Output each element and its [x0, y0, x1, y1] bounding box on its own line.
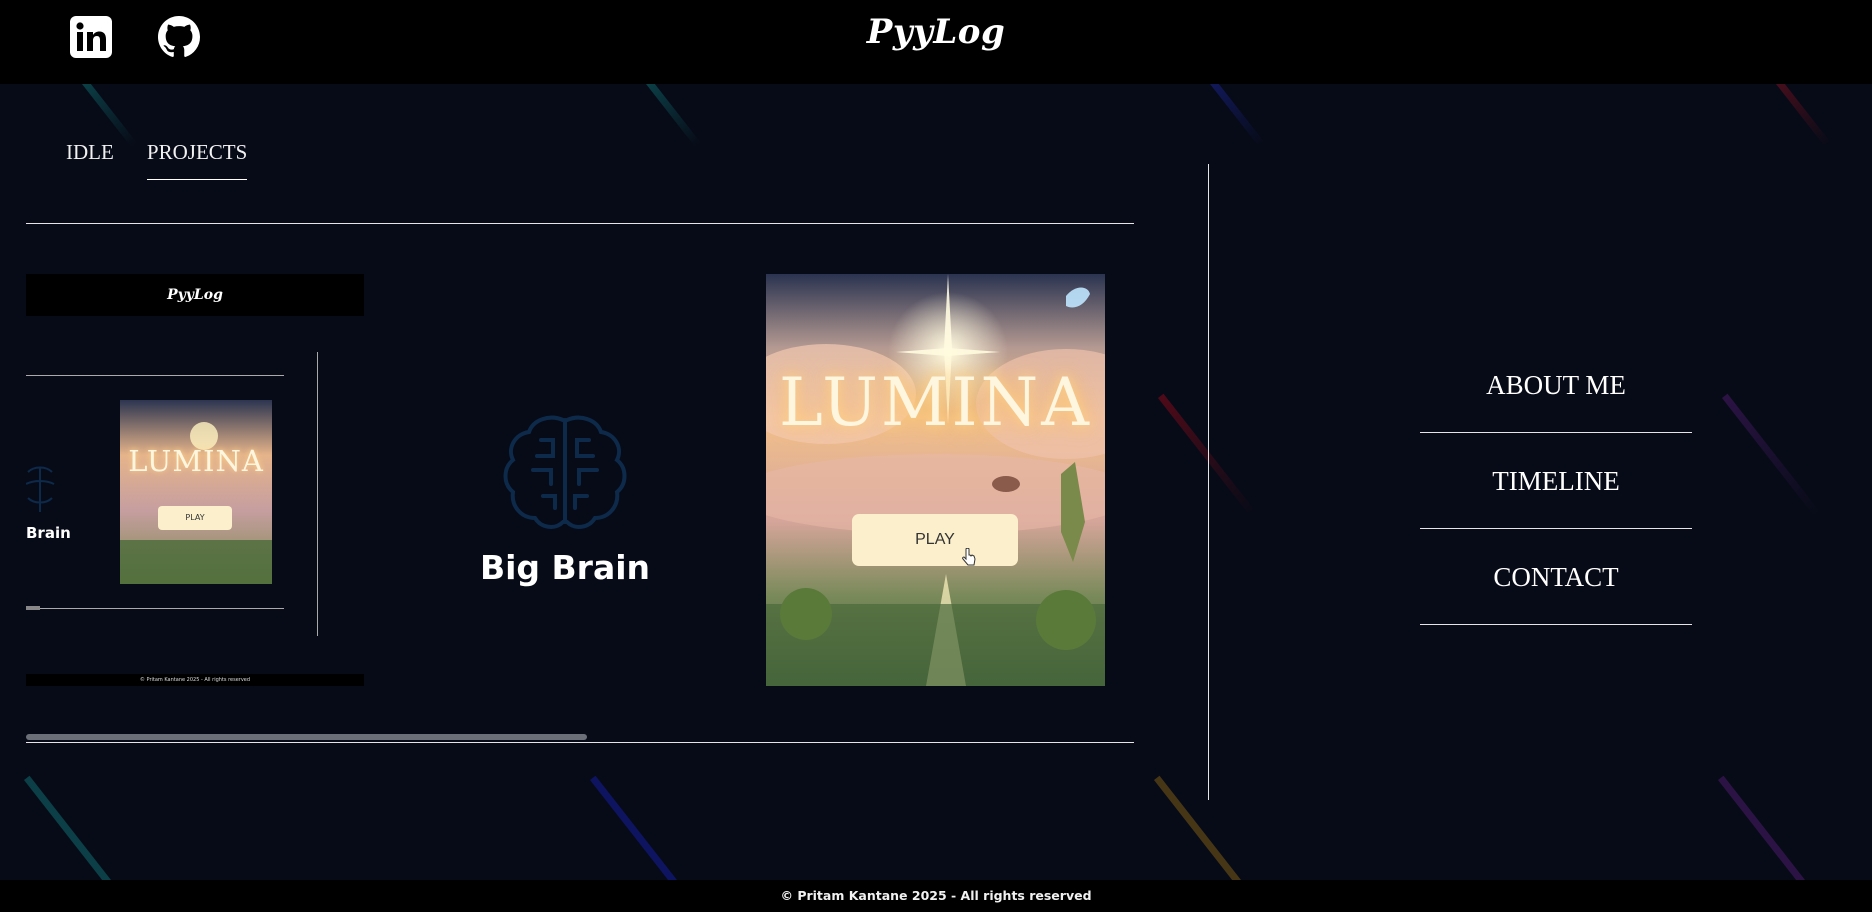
preview-brain-icon	[26, 466, 55, 512]
projects-scrollbar[interactable]	[26, 734, 587, 740]
decorative-streak	[82, 79, 137, 148]
decorative-streak	[1722, 393, 1820, 517]
decorative-streak	[1776, 79, 1831, 148]
cursor-pointer-icon	[962, 548, 976, 566]
contact-divider	[1420, 624, 1692, 625]
contact-link[interactable]: CONTACT	[1420, 562, 1692, 593]
section-divider-bottom	[26, 742, 1134, 743]
brand-title[interactable]: PyyLog	[0, 12, 1872, 52]
big-brain-card[interactable]: Big Brain	[470, 410, 660, 587]
lumina-artwork	[766, 274, 1105, 686]
preview-brand: PyyLog	[26, 274, 364, 316]
preview-divider-top	[26, 375, 284, 376]
top-header: PyyLog	[0, 0, 1872, 84]
preview-footer: © Pritam Kantane 2025 - All rights reser…	[26, 674, 364, 686]
timeline-divider	[1420, 528, 1692, 529]
big-brain-title: Big Brain	[479, 548, 651, 587]
site-preview-card[interactable]: PyyLog Brain LUMINA PLAY © Pritam Kantan…	[26, 274, 364, 686]
section-divider-top	[26, 223, 1134, 224]
project-tabs: IDLE PROJECTS	[66, 140, 275, 180]
timeline-link[interactable]: TIMELINE	[1420, 466, 1692, 497]
preview-lumina-thumbnail: LUMINA PLAY	[120, 400, 272, 584]
preview-lumina-title: LUMINA	[128, 444, 264, 478]
decorative-streak	[646, 79, 701, 148]
preview-scrollbar	[26, 606, 40, 610]
about-me-link[interactable]: ABOUT ME	[1420, 370, 1692, 401]
preview-divider-bottom	[26, 608, 284, 609]
lumina-title: LUMINA	[779, 364, 1092, 441]
brain-icon	[503, 415, 627, 529]
decorative-streak	[1158, 393, 1256, 517]
tab-idle[interactable]: IDLE	[66, 140, 114, 179]
main-vertical-divider	[1208, 164, 1209, 800]
preview-vertical-divider	[317, 352, 318, 636]
page-footer: © Pritam Kantane 2025 - All rights reser…	[0, 880, 1872, 912]
about-me-divider	[1420, 432, 1692, 433]
tab-projects[interactable]: PROJECTS	[146, 140, 248, 180]
preview-brain-label: Brain	[26, 524, 71, 542]
decorative-streak	[1210, 79, 1265, 148]
lumina-play-button[interactable]: PLAY	[852, 514, 1018, 566]
lumina-card[interactable]: LUMINA PLAY	[766, 274, 1105, 686]
preview-play-button: PLAY	[158, 506, 232, 530]
